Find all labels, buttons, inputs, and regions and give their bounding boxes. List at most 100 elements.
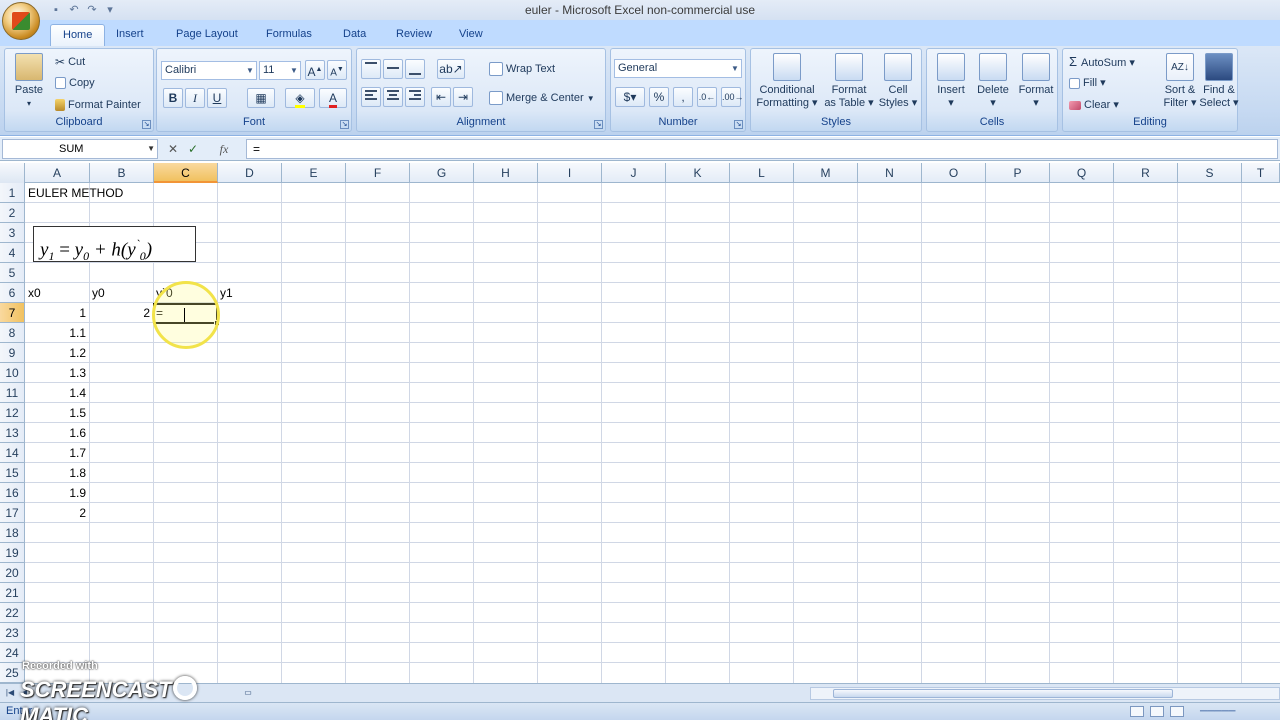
cell-d6[interactable]: y1 [217, 283, 281, 303]
font-size-select[interactable]: 11 ▼ [259, 61, 301, 80]
align-left-button[interactable] [361, 87, 381, 107]
cancel-icon[interactable]: ✕ [164, 141, 182, 157]
row-header-16[interactable]: 16 [0, 483, 25, 503]
row-header-21[interactable]: 21 [0, 583, 25, 603]
row-header-2[interactable]: 2 [0, 203, 25, 223]
col-header-c[interactable]: C [154, 163, 218, 183]
cell-a1[interactable]: EULER METHOD [25, 183, 165, 203]
formula-input[interactable]: = [246, 139, 1278, 159]
cell-a13[interactable]: 1.6 [25, 423, 89, 443]
italic-button[interactable]: I [185, 88, 205, 108]
row-header-17[interactable]: 17 [0, 503, 25, 523]
col-header-i[interactable]: I [538, 163, 602, 183]
row-header-6[interactable]: 6 [0, 283, 25, 303]
delete-cells-button[interactable]: Delete ▾ [973, 53, 1013, 110]
select-all-button[interactable] [0, 163, 25, 183]
row-header-9[interactable]: 9 [0, 343, 25, 363]
col-header-r[interactable]: R [1114, 163, 1178, 183]
fill-button[interactable]: Fill ▾ [1069, 76, 1106, 89]
copy-button[interactable]: Copy [55, 77, 95, 90]
align-middle-button[interactable] [383, 59, 403, 79]
decrease-indent-button[interactable]: ⇤ [431, 87, 451, 107]
format-as-table-button[interactable]: Format as Table ▾ [821, 53, 877, 110]
col-header-e[interactable]: E [282, 163, 346, 183]
col-header-j[interactable]: J [602, 163, 666, 183]
cell-a14[interactable]: 1.7 [25, 443, 89, 463]
row-header-7[interactable]: 7 [0, 303, 25, 323]
decrease-decimal-button[interactable]: .00→ [721, 87, 744, 107]
orientation-button[interactable]: ab↗ [437, 59, 465, 79]
col-header-n[interactable]: N [858, 163, 922, 183]
paste-button[interactable]: Paste ▾ [9, 53, 49, 110]
borders-button[interactable]: ▦ [247, 88, 275, 108]
clipboard-launcher-icon[interactable]: ↘ [142, 120, 151, 129]
cell-a10[interactable]: 1.3 [25, 363, 89, 383]
align-right-button[interactable] [405, 87, 425, 107]
horizontal-scrollbar[interactable] [810, 687, 1280, 700]
font-color-button[interactable]: A [319, 88, 347, 108]
increase-indent-button[interactable]: ⇥ [453, 87, 473, 107]
row-header-3[interactable]: 3 [0, 223, 25, 243]
row-header-18[interactable]: 18 [0, 523, 25, 543]
col-header-h[interactable]: H [474, 163, 538, 183]
currency-button[interactable]: $▾ [615, 87, 645, 107]
tab-home[interactable]: Home [50, 24, 106, 46]
worksheet-grid[interactable]: A B C D E F G H I J K L M N O P Q R S T [0, 163, 1280, 683]
page-layout-view-icon[interactable] [1150, 706, 1164, 717]
row-header-12[interactable]: 12 [0, 403, 25, 423]
wrap-text-button[interactable]: Wrap Text [489, 62, 555, 76]
col-header-t[interactable]: T [1242, 163, 1280, 183]
format-painter-button[interactable]: Format Painter [55, 99, 141, 112]
autosum-button[interactable]: Σ AutoSum ▾ [1069, 54, 1135, 69]
scroll-thumb[interactable] [833, 689, 1173, 698]
comma-button[interactable]: , [673, 87, 693, 107]
cut-button[interactable]: ✂ Cut [55, 55, 85, 69]
increase-decimal-button[interactable]: .0← [697, 87, 717, 107]
col-header-k[interactable]: K [666, 163, 730, 183]
row-header-8[interactable]: 8 [0, 323, 25, 343]
cell-a8[interactable]: 1.1 [25, 323, 89, 343]
row-header-13[interactable]: 13 [0, 423, 25, 443]
merge-center-button[interactable]: Merge & Center ▼ [489, 91, 595, 105]
insert-sheet-icon[interactable]: ▭ [242, 687, 254, 699]
row-header-10[interactable]: 10 [0, 363, 25, 383]
office-button[interactable] [2, 2, 40, 40]
number-format-select[interactable]: General ▼ [614, 59, 742, 78]
row-header-11[interactable]: 11 [0, 383, 25, 403]
cell-a17[interactable]: 2 [25, 503, 89, 523]
name-box[interactable]: SUM ▼ [2, 139, 158, 159]
normal-view-icon[interactable] [1130, 706, 1144, 717]
tab-data[interactable]: Data [331, 24, 378, 46]
cell-a16[interactable]: 1.9 [25, 483, 89, 503]
cell-a9[interactable]: 1.2 [25, 343, 89, 363]
col-header-m[interactable]: M [794, 163, 858, 183]
underline-button[interactable]: U [207, 88, 227, 108]
align-top-button[interactable] [361, 59, 381, 79]
conditional-formatting-button[interactable]: Conditional Formatting ▾ [753, 53, 821, 110]
tab-insert[interactable]: Insert [104, 24, 156, 46]
grow-font-button[interactable]: A▲ [305, 60, 325, 80]
row-header-5[interactable]: 5 [0, 263, 25, 283]
cell-b6[interactable]: y0 [89, 283, 153, 303]
col-header-o[interactable]: O [922, 163, 986, 183]
tab-formulas[interactable]: Formulas [254, 24, 324, 46]
col-header-f[interactable]: F [346, 163, 410, 183]
page-break-view-icon[interactable] [1170, 706, 1184, 717]
euler-equation-object[interactable]: y1 = y0 + h(y`0) [33, 226, 196, 263]
insert-cells-button[interactable]: Insert ▾ [931, 53, 971, 110]
find-select-button[interactable]: Find & Select ▾ [1199, 53, 1239, 110]
bold-button[interactable]: B [163, 88, 183, 108]
number-launcher-icon[interactable]: ↘ [734, 120, 743, 129]
sort-filter-button[interactable]: AZ↓ Sort & Filter ▾ [1161, 53, 1199, 110]
tab-review[interactable]: Review [384, 24, 444, 46]
first-sheet-icon[interactable]: |◀ [4, 687, 16, 699]
clear-button[interactable]: Clear ▾ [1069, 98, 1119, 111]
cell-a15[interactable]: 1.8 [25, 463, 89, 483]
cell-b7[interactable]: 2 [89, 303, 153, 323]
zoom-slider[interactable]: ───── [1200, 706, 1260, 717]
col-header-b[interactable]: B [90, 163, 154, 183]
tab-page-layout[interactable]: Page Layout [164, 24, 250, 46]
format-cells-button[interactable]: Format ▾ [1015, 53, 1057, 110]
cell-a11[interactable]: 1.4 [25, 383, 89, 403]
row-header-4[interactable]: 4 [0, 243, 25, 263]
